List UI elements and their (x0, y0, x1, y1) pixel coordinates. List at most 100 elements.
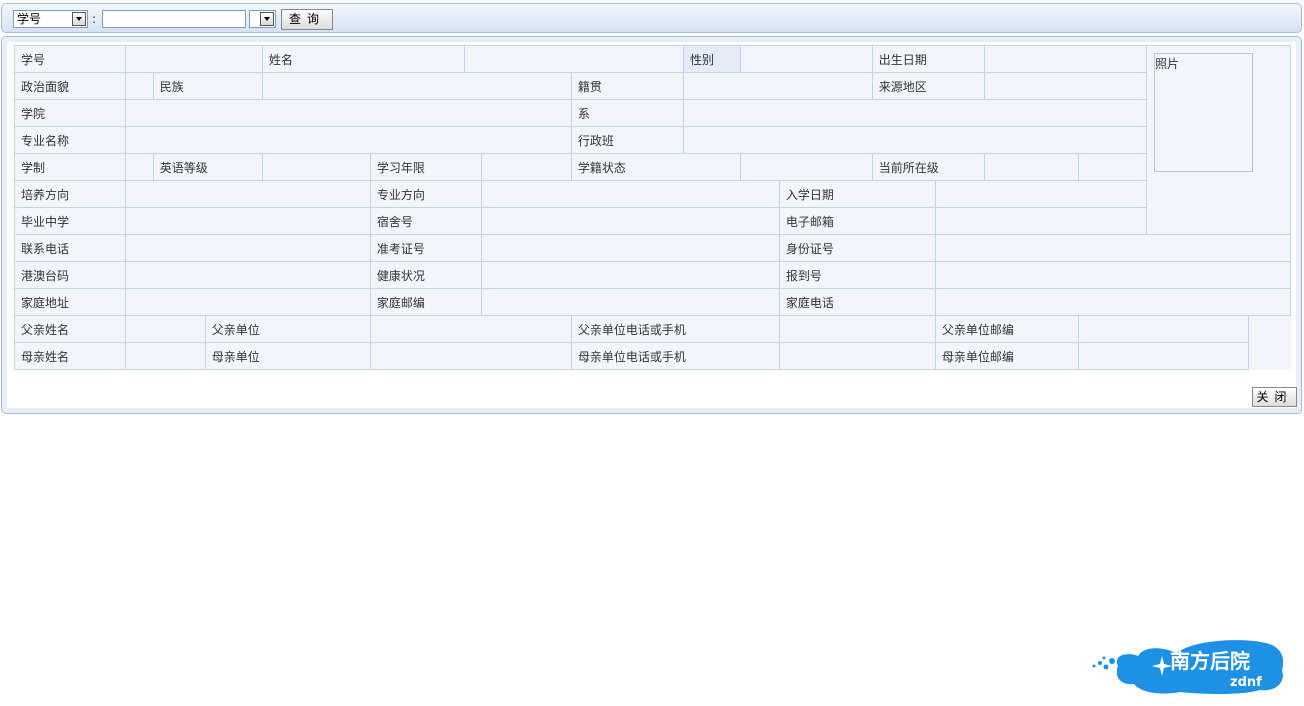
label-health: 健康状况 (369, 261, 483, 289)
value-major-direction (481, 180, 780, 208)
close-button[interactable]: 关闭 (1252, 387, 1297, 407)
table-row: 培养方向 专业方向 入学日期 (13, 180, 1291, 208)
label-enrollment-status: 学籍状态 (570, 153, 742, 181)
label-major: 专业名称 (13, 126, 127, 154)
value-father-employer (369, 315, 572, 343)
student-info-table: 学号 姓名 性别 出生日期 照片 政治面貌 民族 籍贯 来源地区 学院 系 专业… (13, 45, 1292, 370)
value-mother-name (125, 342, 206, 370)
label-study-years: 学习年限 (369, 153, 483, 181)
value-mother-employer (369, 342, 572, 370)
value-id-number (934, 234, 1292, 262)
label-mother-employer: 母亲单位 (204, 342, 371, 370)
label-email: 电子邮箱 (778, 207, 936, 235)
value-english-level (261, 153, 371, 181)
label-home-zip: 家庭邮编 (369, 288, 483, 316)
label-birth-date: 出生日期 (871, 45, 985, 73)
search-field-select[interactable]: 学号 (13, 10, 88, 28)
value-enrollment-status (740, 153, 873, 181)
value-student-id (125, 45, 263, 73)
label-father-name: 父亲姓名 (13, 315, 127, 343)
search-field-select-value: 学号 (17, 12, 42, 26)
value-home-address (125, 288, 371, 316)
value-college (125, 99, 572, 127)
label-major-direction: 专业方向 (369, 180, 483, 208)
label-hmt-code: 港澳台码 (13, 261, 127, 289)
nanfang-houyuan-logo: 南方后院 zdnf (1092, 640, 1284, 694)
label-admin-class: 行政班 (570, 126, 685, 154)
table-row: 毕业中学 宿舍号 电子邮箱 (13, 207, 1291, 235)
label-exam-ticket: 准考证号 (369, 234, 483, 262)
logo-text: 南方后院 (1170, 649, 1250, 673)
table-row: 家庭地址 家庭邮编 家庭电话 (13, 288, 1292, 316)
logo-subtext: zdnf (1230, 675, 1262, 690)
photo-label: 照片 (1155, 57, 1180, 71)
label-father-employer-zip: 父亲单位邮编 (934, 315, 1079, 343)
label-department: 系 (570, 99, 685, 127)
label-home-address: 家庭地址 (13, 288, 127, 316)
value-ethnicity (261, 72, 572, 100)
label-mother-employer-phone: 母亲单位电话或手机 (570, 342, 780, 370)
value-program-length (125, 153, 154, 181)
value-graduated-school (125, 207, 371, 235)
label-native-place: 籍贯 (570, 72, 685, 100)
label-english-level: 英语等级 (152, 153, 263, 181)
value-gender (740, 45, 873, 73)
label-home-phone: 家庭电话 (778, 288, 936, 316)
value-political-status (125, 72, 154, 100)
label-mother-name: 母亲姓名 (13, 342, 127, 370)
table-row: 联系电话 准考证号 身份证号 (13, 234, 1292, 262)
value-mother-employer-zip (1077, 342, 1250, 370)
label-ethnicity: 民族 (152, 72, 263, 100)
label-dorm: 宿舍号 (369, 207, 483, 235)
label-gender: 性别 (683, 45, 742, 73)
label-student-id: 学号 (13, 45, 127, 73)
value-father-employer-zip (1077, 315, 1250, 343)
value-birth-date (983, 45, 1148, 73)
chevron-down-icon[interactable] (260, 12, 274, 26)
label-phone: 联系电话 (13, 234, 127, 262)
table-row: 政治面貌 民族 籍贯 来源地区 (13, 72, 1291, 100)
value-current-grade (983, 153, 1079, 181)
table-row: 港澳台码 健康状况 报到号 (13, 261, 1292, 289)
table-row: 学制 英语等级 学习年限 学籍状态 当前所在级 (13, 153, 1291, 181)
value-hmt-code (125, 261, 371, 289)
chevron-down-icon[interactable] (72, 12, 86, 26)
value-entry-date (934, 180, 1148, 208)
value-father-name (125, 315, 206, 343)
label-entry-date: 入学日期 (778, 180, 936, 208)
photo-frame: 照片 (1154, 53, 1254, 172)
separator-label: : (92, 12, 97, 26)
value-admin-class (683, 126, 1148, 154)
label-name: 姓名 (261, 45, 465, 73)
value-department (683, 99, 1148, 127)
query-button[interactable]: 查询 (281, 9, 333, 30)
search-extra-select[interactable] (249, 10, 276, 28)
value-email (934, 207, 1148, 235)
value-major (125, 126, 572, 154)
label-college: 学院 (13, 99, 127, 127)
value-mother-employer-phone (778, 342, 936, 370)
search-value-input[interactable] (102, 10, 246, 28)
label-father-employer-phone: 父亲单位电话或手机 (570, 315, 780, 343)
label-training-direction: 培养方向 (13, 180, 127, 208)
photo-cell: 照片 (1146, 45, 1291, 235)
value-home-zip (481, 288, 780, 316)
value-dorm (481, 207, 780, 235)
value-native-place (683, 72, 873, 100)
value-report-number (934, 261, 1292, 289)
label-report-number: 报到号 (778, 261, 936, 289)
value-training-direction (125, 180, 371, 208)
value-source-region (983, 72, 1148, 100)
table-row: 父亲姓名 父亲单位 父亲单位电话或手机 父亲单位邮编 (13, 315, 1291, 343)
value-exam-ticket (481, 234, 780, 262)
table-row: 母亲姓名 母亲单位 母亲单位电话或手机 母亲单位邮编 (13, 342, 1291, 370)
label-political-status: 政治面貌 (13, 72, 127, 100)
search-toolbar: 学号 : 查询 (1, 3, 1302, 33)
value-father-employer-phone (778, 315, 936, 343)
label-father-employer: 父亲单位 (204, 315, 371, 343)
value-health (481, 261, 780, 289)
value-home-phone (934, 288, 1292, 316)
label-program-length: 学制 (13, 153, 127, 181)
label-current-grade: 当前所在级 (871, 153, 985, 181)
table-row: 学号 姓名 性别 出生日期 照片 (13, 45, 1291, 235)
